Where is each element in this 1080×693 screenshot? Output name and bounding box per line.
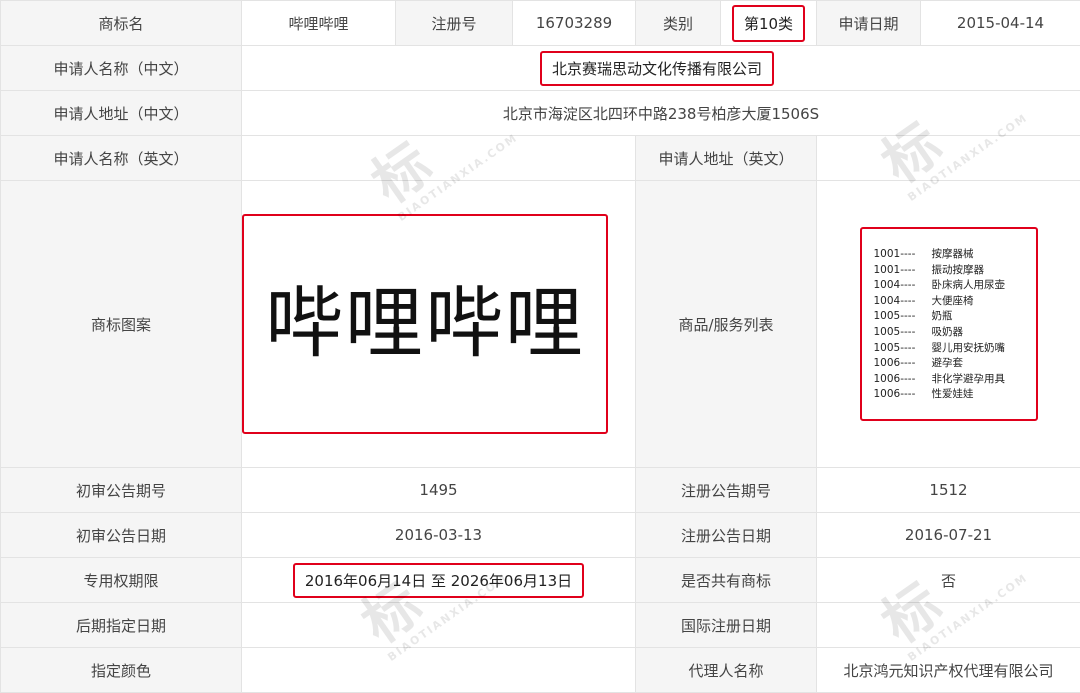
- mark-name-value: 哔哩哔哩: [241, 0, 396, 46]
- applicant-en-value: [241, 135, 636, 181]
- class-cell: 第10类: [720, 0, 817, 46]
- mark-image: 哔哩哔哩: [242, 214, 608, 434]
- goods-item: 1005---- 奶瓶: [873, 310, 953, 323]
- mark-image-text: 哔哩哔哩: [264, 279, 585, 369]
- goods-item: 1005---- 婴儿用安抚奶嘴: [873, 341, 1006, 354]
- goods-cell: 1001---- 按摩器械 1001---- 振动按摩器 1004---- 卧床病人用…: [816, 180, 1080, 468]
- color-value: [241, 647, 636, 693]
- intl-date-label: 国际注册日期: [635, 602, 817, 648]
- reg-no-label: 注册号: [395, 0, 513, 46]
- applicant-cn-cell: 北京赛瑞思动文化传播有限公司: [241, 45, 1080, 91]
- intl-date-value: [816, 602, 1080, 648]
- mark-image-label: 商标图案: [0, 180, 242, 468]
- row-exclusive: 专用权期限 2016年06月14日 至 2026年06月13日 是否共有商标 否: [0, 557, 1080, 603]
- color-label: 指定颜色: [0, 647, 242, 693]
- mark-name-label: 商标名: [0, 0, 242, 46]
- reg-notice-no-value: 1512: [816, 467, 1080, 513]
- class-value: 第10类: [731, 4, 806, 42]
- trademark-record: 商标名 哔哩哔哩 注册号 16703289 类别 第10类 申请日期 2015-…: [0, 0, 1080, 693]
- later-date-label: 后期指定日期: [0, 602, 242, 648]
- address-cn-value: 北京市海淀区北四环中路238号柏彦大厦1506S: [241, 90, 1080, 136]
- exclusive-label: 专用权期限: [0, 557, 242, 603]
- reg-no-value: 16703289: [512, 0, 636, 46]
- reg-notice-date-label: 注册公告日期: [635, 512, 817, 558]
- row-prelim-date: 初审公告日期 2016-03-13 注册公告日期 2016-07-21: [0, 512, 1080, 558]
- row-prelim-no: 初审公告期号 1495 注册公告期号 1512: [0, 467, 1080, 513]
- goods-item: 1006---- 性爱娃娃: [873, 388, 974, 401]
- row-later-date: 后期指定日期 国际注册日期: [0, 602, 1080, 648]
- goods-item: 1006---- 避孕套: [873, 357, 964, 370]
- row-address-cn: 申请人地址（中文） 北京市海淀区北四环中路238号柏彦大厦1506S: [0, 90, 1080, 136]
- address-en-label: 申请人地址（英文）: [635, 135, 817, 181]
- goods-item: 1001---- 按摩器械: [873, 248, 974, 260]
- row-color: 指定颜色 代理人名称 北京鸿元知识产权代理有限公司: [0, 647, 1080, 693]
- goods-item: 1004---- 卧床病人用尿壶: [873, 279, 1006, 292]
- shared-label: 是否共有商标: [635, 557, 817, 603]
- row-mark-image: 商标图案 哔哩哔哩 商品/服务列表 1001---- 按摩器械 1001---- 振…: [0, 180, 1080, 468]
- goods-label: 商品/服务列表: [635, 180, 817, 468]
- prelim-date-label: 初审公告日期: [0, 512, 242, 558]
- prelim-no-label: 初审公告期号: [0, 467, 242, 513]
- goods-item: 1004---- 大便座椅: [873, 294, 974, 307]
- agent-label: 代理人名称: [635, 647, 817, 693]
- address-en-value: [816, 135, 1080, 181]
- apply-date-label: 申请日期: [816, 0, 921, 46]
- row-applicant-en: 申请人名称（英文） 申请人地址（英文）: [0, 135, 1080, 181]
- exclusive-cell: 2016年06月14日 至 2026年06月13日: [241, 557, 636, 603]
- mark-image-cell: 哔哩哔哩: [241, 180, 636, 468]
- shared-value: 否: [816, 557, 1080, 603]
- goods-item: 1001---- 振动按摩器: [873, 263, 985, 276]
- later-date-value: [241, 602, 636, 648]
- goods-item: 1005---- 吸奶器: [873, 325, 964, 338]
- prelim-no-value: 1495: [241, 467, 636, 513]
- prelim-date-value: 2016-03-13: [241, 512, 636, 558]
- row-applicant-cn: 申请人名称（中文） 北京赛瑞思动文化传播有限公司: [0, 45, 1080, 91]
- goods-list: 1001---- 按摩器械 1001---- 振动按摩器 1004---- 卧床病人用…: [859, 227, 1038, 421]
- applicant-en-label: 申请人名称（英文）: [0, 135, 242, 181]
- reg-notice-date-value: 2016-07-21: [816, 512, 1080, 558]
- goods-item: 1006---- 非化学避孕用具: [873, 372, 1006, 385]
- trademark-table: 商标名 哔哩哔哩 注册号 16703289 类别 第10类 申请日期 2015-…: [0, 0, 1080, 693]
- row-mark-name: 商标名 哔哩哔哩 注册号 16703289 类别 第10类 申请日期 2015-…: [0, 0, 1080, 46]
- agent-value: 北京鸿元知识产权代理有限公司: [816, 647, 1080, 693]
- apply-date-value: 2015-04-14: [920, 0, 1080, 46]
- applicant-cn-value: 北京赛瑞思动文化传播有限公司: [539, 50, 774, 86]
- exclusive-value: 2016年06月14日 至 2026年06月13日: [292, 562, 585, 598]
- class-label: 类别: [635, 0, 721, 46]
- applicant-cn-label: 申请人名称（中文）: [0, 45, 242, 91]
- address-cn-label: 申请人地址（中文）: [0, 90, 242, 136]
- reg-notice-no-label: 注册公告期号: [635, 467, 817, 513]
